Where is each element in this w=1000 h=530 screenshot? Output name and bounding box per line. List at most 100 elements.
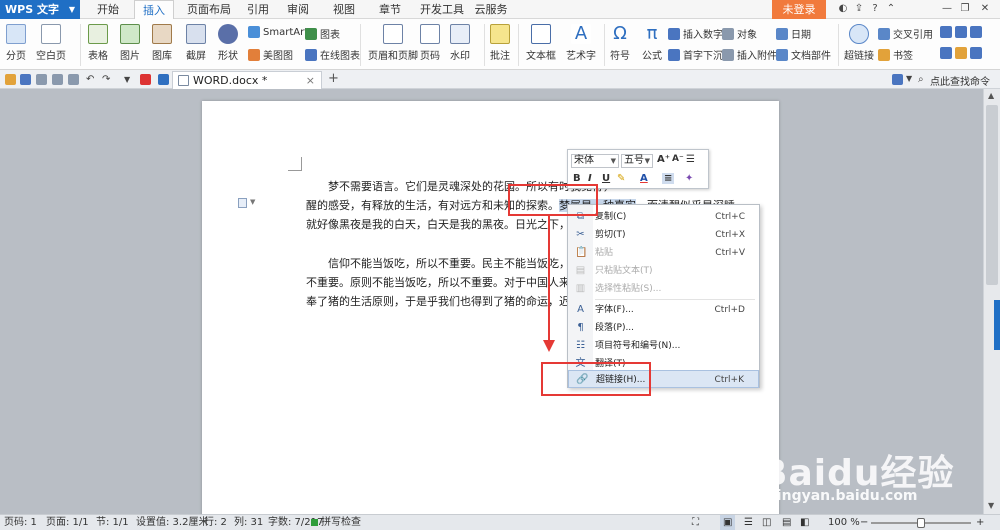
scroll-down-icon[interactable]: ▼ xyxy=(988,501,994,510)
print-preview-icon[interactable] xyxy=(36,74,47,85)
drop-cap-button[interactable]: 首字下沉 xyxy=(668,47,723,62)
tab-developer[interactable]: 开发工具 xyxy=(414,0,470,19)
export-icon[interactable] xyxy=(68,74,79,85)
shrink-font-icon[interactable]: A⁻ xyxy=(672,154,684,164)
menu-item-cut[interactable]: ✂ 剪切(T) Ctrl+X xyxy=(568,226,759,244)
app-menu-button[interactable]: WPS 文字 ▼ xyxy=(0,0,80,19)
underline-icon[interactable]: U xyxy=(602,173,610,184)
wordart-button[interactable]: A 艺术字 xyxy=(566,24,596,63)
login-button[interactable]: 未登录 xyxy=(772,0,826,19)
redo-icon[interactable]: ↷ xyxy=(102,74,113,85)
menu-item-font[interactable]: A 字体(F)... Ctrl+D xyxy=(568,301,759,319)
focus-mode-icon[interactable]: ◧ xyxy=(800,515,809,530)
object-button[interactable]: 对象 xyxy=(722,26,757,41)
extra-tools-top[interactable] xyxy=(940,26,982,38)
line-spacing-icon[interactable]: ☰ xyxy=(686,154,695,165)
format-painter-icon[interactable]: ✦ xyxy=(685,173,693,184)
tab-cloud[interactable]: 云服务 xyxy=(468,0,514,19)
extra-tools-bottom[interactable] xyxy=(940,47,982,59)
search-icon[interactable]: ⌕ xyxy=(918,74,929,85)
save-icon[interactable] xyxy=(20,74,31,85)
open-icon[interactable] xyxy=(5,74,16,85)
status-setting[interactable]: 设置值: 3.2厘米 xyxy=(136,515,208,530)
insert-number-button[interactable]: 插入数字 xyxy=(668,26,723,41)
table-button[interactable]: 表格 xyxy=(88,24,108,62)
shape-button[interactable]: 形状 xyxy=(218,24,238,62)
formula-button[interactable]: π 公式 xyxy=(642,24,662,63)
zoom-out-icon[interactable]: − xyxy=(860,515,868,530)
bold-icon[interactable]: B xyxy=(573,173,581,184)
menu-item-paragraph[interactable]: ¶ 段落(P)... xyxy=(568,319,759,337)
close-icon[interactable]: ✕ xyxy=(978,2,992,16)
minimize-icon[interactable]: — xyxy=(940,2,954,16)
doc-part-button[interactable]: 文档部件 xyxy=(776,47,831,62)
document-tab[interactable]: WORD.docx * × xyxy=(172,71,322,89)
smartart-button[interactable]: SmartArt xyxy=(248,26,308,38)
help-search-field[interactable]: 点此查找命令 xyxy=(930,73,990,88)
help-icon[interactable]: ? xyxy=(868,2,882,16)
attachment-button[interactable]: 插入附件 xyxy=(722,47,777,62)
reading-view-icon[interactable]: ▤ xyxy=(782,515,791,530)
align-icon[interactable]: ≡ xyxy=(662,173,675,184)
share-icon[interactable]: ⇪ xyxy=(852,2,866,16)
tab-references[interactable]: 引用 xyxy=(240,0,276,19)
online-chart-button[interactable]: 在线图表 xyxy=(305,47,360,62)
menu-item-bullets[interactable]: ☷ 项目符号和编号(N)... xyxy=(568,337,759,355)
tab-home[interactable]: 开始 xyxy=(90,0,126,19)
spell-check-toggle[interactable]: 拼写检查 xyxy=(311,515,361,530)
zoom-level[interactable]: 100 % xyxy=(828,515,860,530)
web-view-icon[interactable]: ◫ xyxy=(762,515,771,530)
menu-item-paste-text[interactable]: ▤ 只粘贴文本(T) xyxy=(568,262,759,280)
paragraph-format-icon[interactable] xyxy=(238,198,247,208)
beauty-chart-button[interactable]: 美图图 xyxy=(248,47,293,62)
cross-ref-button[interactable]: 交叉引用 xyxy=(878,26,933,41)
font-select[interactable]: 宋体 ▼ xyxy=(571,154,619,168)
screenshot-button[interactable]: 截屏 xyxy=(186,24,206,62)
page-view-icon[interactable]: ▣ xyxy=(720,515,736,530)
chart-button[interactable]: 图表 xyxy=(305,26,340,41)
font-size-select[interactable]: 五号 ▼ xyxy=(621,154,653,168)
page-number-button[interactable]: 页码 xyxy=(420,24,440,62)
chevron-down-icon[interactable]: ▼ xyxy=(124,74,135,85)
blank-page-button[interactable]: 空白页 xyxy=(36,24,66,62)
tab-page-layout[interactable]: 页面布局 xyxy=(180,0,238,19)
textbox-button[interactable]: 文本框 xyxy=(526,24,556,62)
menu-item-paste[interactable]: 📋 粘贴 Ctrl+V xyxy=(568,244,759,262)
date-button[interactable]: 日期 xyxy=(776,26,811,41)
header-footer-button[interactable]: 页眉和页脚 xyxy=(368,24,418,62)
chevron-down-icon[interactable]: ▼ xyxy=(906,74,917,85)
fullscreen-icon[interactable]: ⛶ xyxy=(692,515,699,530)
comment-button[interactable]: 批注 xyxy=(490,24,510,62)
tab-chapter[interactable]: 章节 xyxy=(372,0,408,19)
status-pages[interactable]: 页面: 1/1 xyxy=(46,515,89,530)
sidebar-icon[interactable] xyxy=(892,74,903,85)
tab-insert[interactable]: 插入 xyxy=(134,0,174,20)
arrow-up-icon[interactable]: ⌃ xyxy=(884,2,898,16)
chevron-down-icon[interactable]: ▼ xyxy=(250,198,255,206)
scroll-up-icon[interactable]: ▲ xyxy=(988,91,994,100)
tab-view[interactable]: 视图 xyxy=(326,0,362,19)
gallery-button[interactable]: 图库 xyxy=(152,24,172,62)
highlight-icon[interactable]: ✎ xyxy=(617,173,625,184)
italic-icon[interactable]: I xyxy=(588,173,592,184)
print-icon[interactable] xyxy=(52,74,63,85)
cube-icon[interactable] xyxy=(158,74,169,85)
picture-button[interactable]: 图片 xyxy=(120,24,140,62)
outline-view-icon[interactable]: ☰ xyxy=(744,515,753,530)
scroll-thumb[interactable] xyxy=(986,105,998,285)
menu-item-paste-special[interactable]: ▥ 选择性粘贴(S)... xyxy=(568,280,759,298)
status-section[interactable]: 节: 1/1 xyxy=(96,515,129,530)
tab-review[interactable]: 审阅 xyxy=(280,0,316,19)
new-tab-icon[interactable]: + xyxy=(328,71,339,86)
zoom-slider-handle[interactable] xyxy=(917,518,925,528)
wps-logo-icon[interactable] xyxy=(140,74,151,85)
undo-icon[interactable]: ↶ xyxy=(86,74,97,85)
page-break-button[interactable]: 分页 xyxy=(6,24,26,62)
status-page-number[interactable]: 页码: 1 xyxy=(4,515,37,530)
hyperlink-ribbon-button[interactable]: 超链接 xyxy=(844,24,874,62)
watermark-button[interactable]: 水印 xyxy=(450,24,470,62)
skin-icon[interactable]: ◐ xyxy=(836,2,850,16)
maximize-icon[interactable]: ❐ xyxy=(958,2,972,16)
bookmark-button[interactable]: 书签 xyxy=(878,47,913,62)
side-panel-handle[interactable] xyxy=(994,300,1000,350)
